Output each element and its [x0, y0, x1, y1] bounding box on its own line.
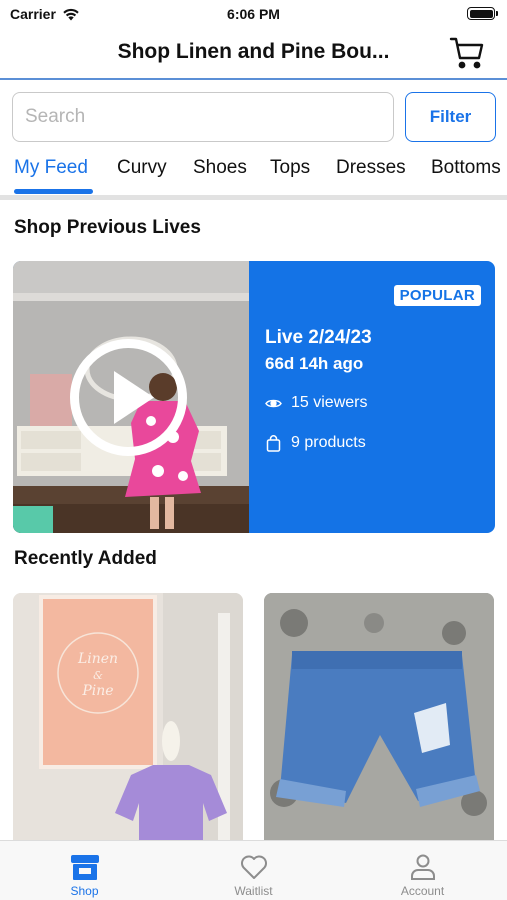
- product-card[interactable]: [264, 593, 494, 843]
- logo-text-amp: &: [93, 669, 103, 682]
- tab-account-label: Account: [400, 884, 445, 898]
- popular-badge: POPULAR: [393, 285, 481, 306]
- tab-bottoms[interactable]: Bottoms: [431, 157, 501, 179]
- battery-icon: [467, 7, 498, 20]
- tab-my-feed[interactable]: My Feed: [14, 157, 88, 179]
- tab-waitlist[interactable]: Waitlist: [169, 841, 338, 900]
- tab-waitlist-label: Waitlist: [234, 884, 273, 898]
- tab-account[interactable]: Account: [338, 841, 507, 900]
- section-title-previous-lives: Shop Previous Lives: [14, 217, 201, 238]
- store-icon: [71, 855, 99, 880]
- search-input[interactable]: [12, 92, 394, 142]
- filter-button[interactable]: Filter: [405, 92, 496, 142]
- viewers-row: 15 viewers: [265, 394, 367, 412]
- live-info: POPULAR Live 2/24/23 66d 14h ago 15 view…: [249, 261, 495, 533]
- status-time: 6:06 PM: [227, 6, 280, 22]
- person-icon: [411, 854, 435, 880]
- nav-header: Shop Linen and Pine Bou...: [0, 30, 507, 80]
- live-thumbnail[interactable]: [13, 261, 249, 533]
- bottom-tab-bar: Shop Waitlist Account: [0, 840, 507, 900]
- tab-curvy[interactable]: Curvy: [117, 157, 167, 179]
- tab-dresses[interactable]: Dresses: [336, 157, 406, 179]
- products-count: 9 products: [291, 434, 366, 451]
- product-image: Linen & Pine: [13, 593, 243, 843]
- product-image: [264, 593, 494, 843]
- product-card[interactable]: Linen & Pine: [13, 593, 243, 843]
- tab-shop[interactable]: Shop: [0, 841, 169, 900]
- tab-indicator: [14, 189, 93, 194]
- live-time-ago: 66d 14h ago: [265, 354, 364, 373]
- tab-tops[interactable]: Tops: [270, 157, 310, 179]
- viewers-count: 15 viewers: [291, 394, 368, 411]
- play-icon[interactable]: [68, 337, 189, 458]
- heart-icon: [241, 855, 267, 879]
- section-title-recently-added: Recently Added: [14, 548, 157, 569]
- live-title: Live 2/24/23: [265, 327, 372, 348]
- tab-shop-label: Shop: [70, 884, 99, 898]
- category-tabs: My Feed Curvy Shoes Tops Dresses Bottoms: [0, 152, 507, 200]
- status-bar: Carrier 6:06 PM: [0, 0, 507, 28]
- shopping-bag-icon: [266, 434, 281, 452]
- page-title: Shop Linen and Pine Bou...: [117, 40, 390, 63]
- cart-icon[interactable]: [449, 36, 485, 70]
- logo-text-pine: Pine: [81, 683, 113, 699]
- eye-icon: [265, 399, 282, 407]
- products-row: 9 products: [265, 434, 366, 452]
- logo-text-linen: Linen: [77, 651, 118, 667]
- tab-shoes[interactable]: Shoes: [193, 157, 247, 179]
- live-card[interactable]: POPULAR Live 2/24/23 66d 14h ago 15 view…: [13, 261, 495, 533]
